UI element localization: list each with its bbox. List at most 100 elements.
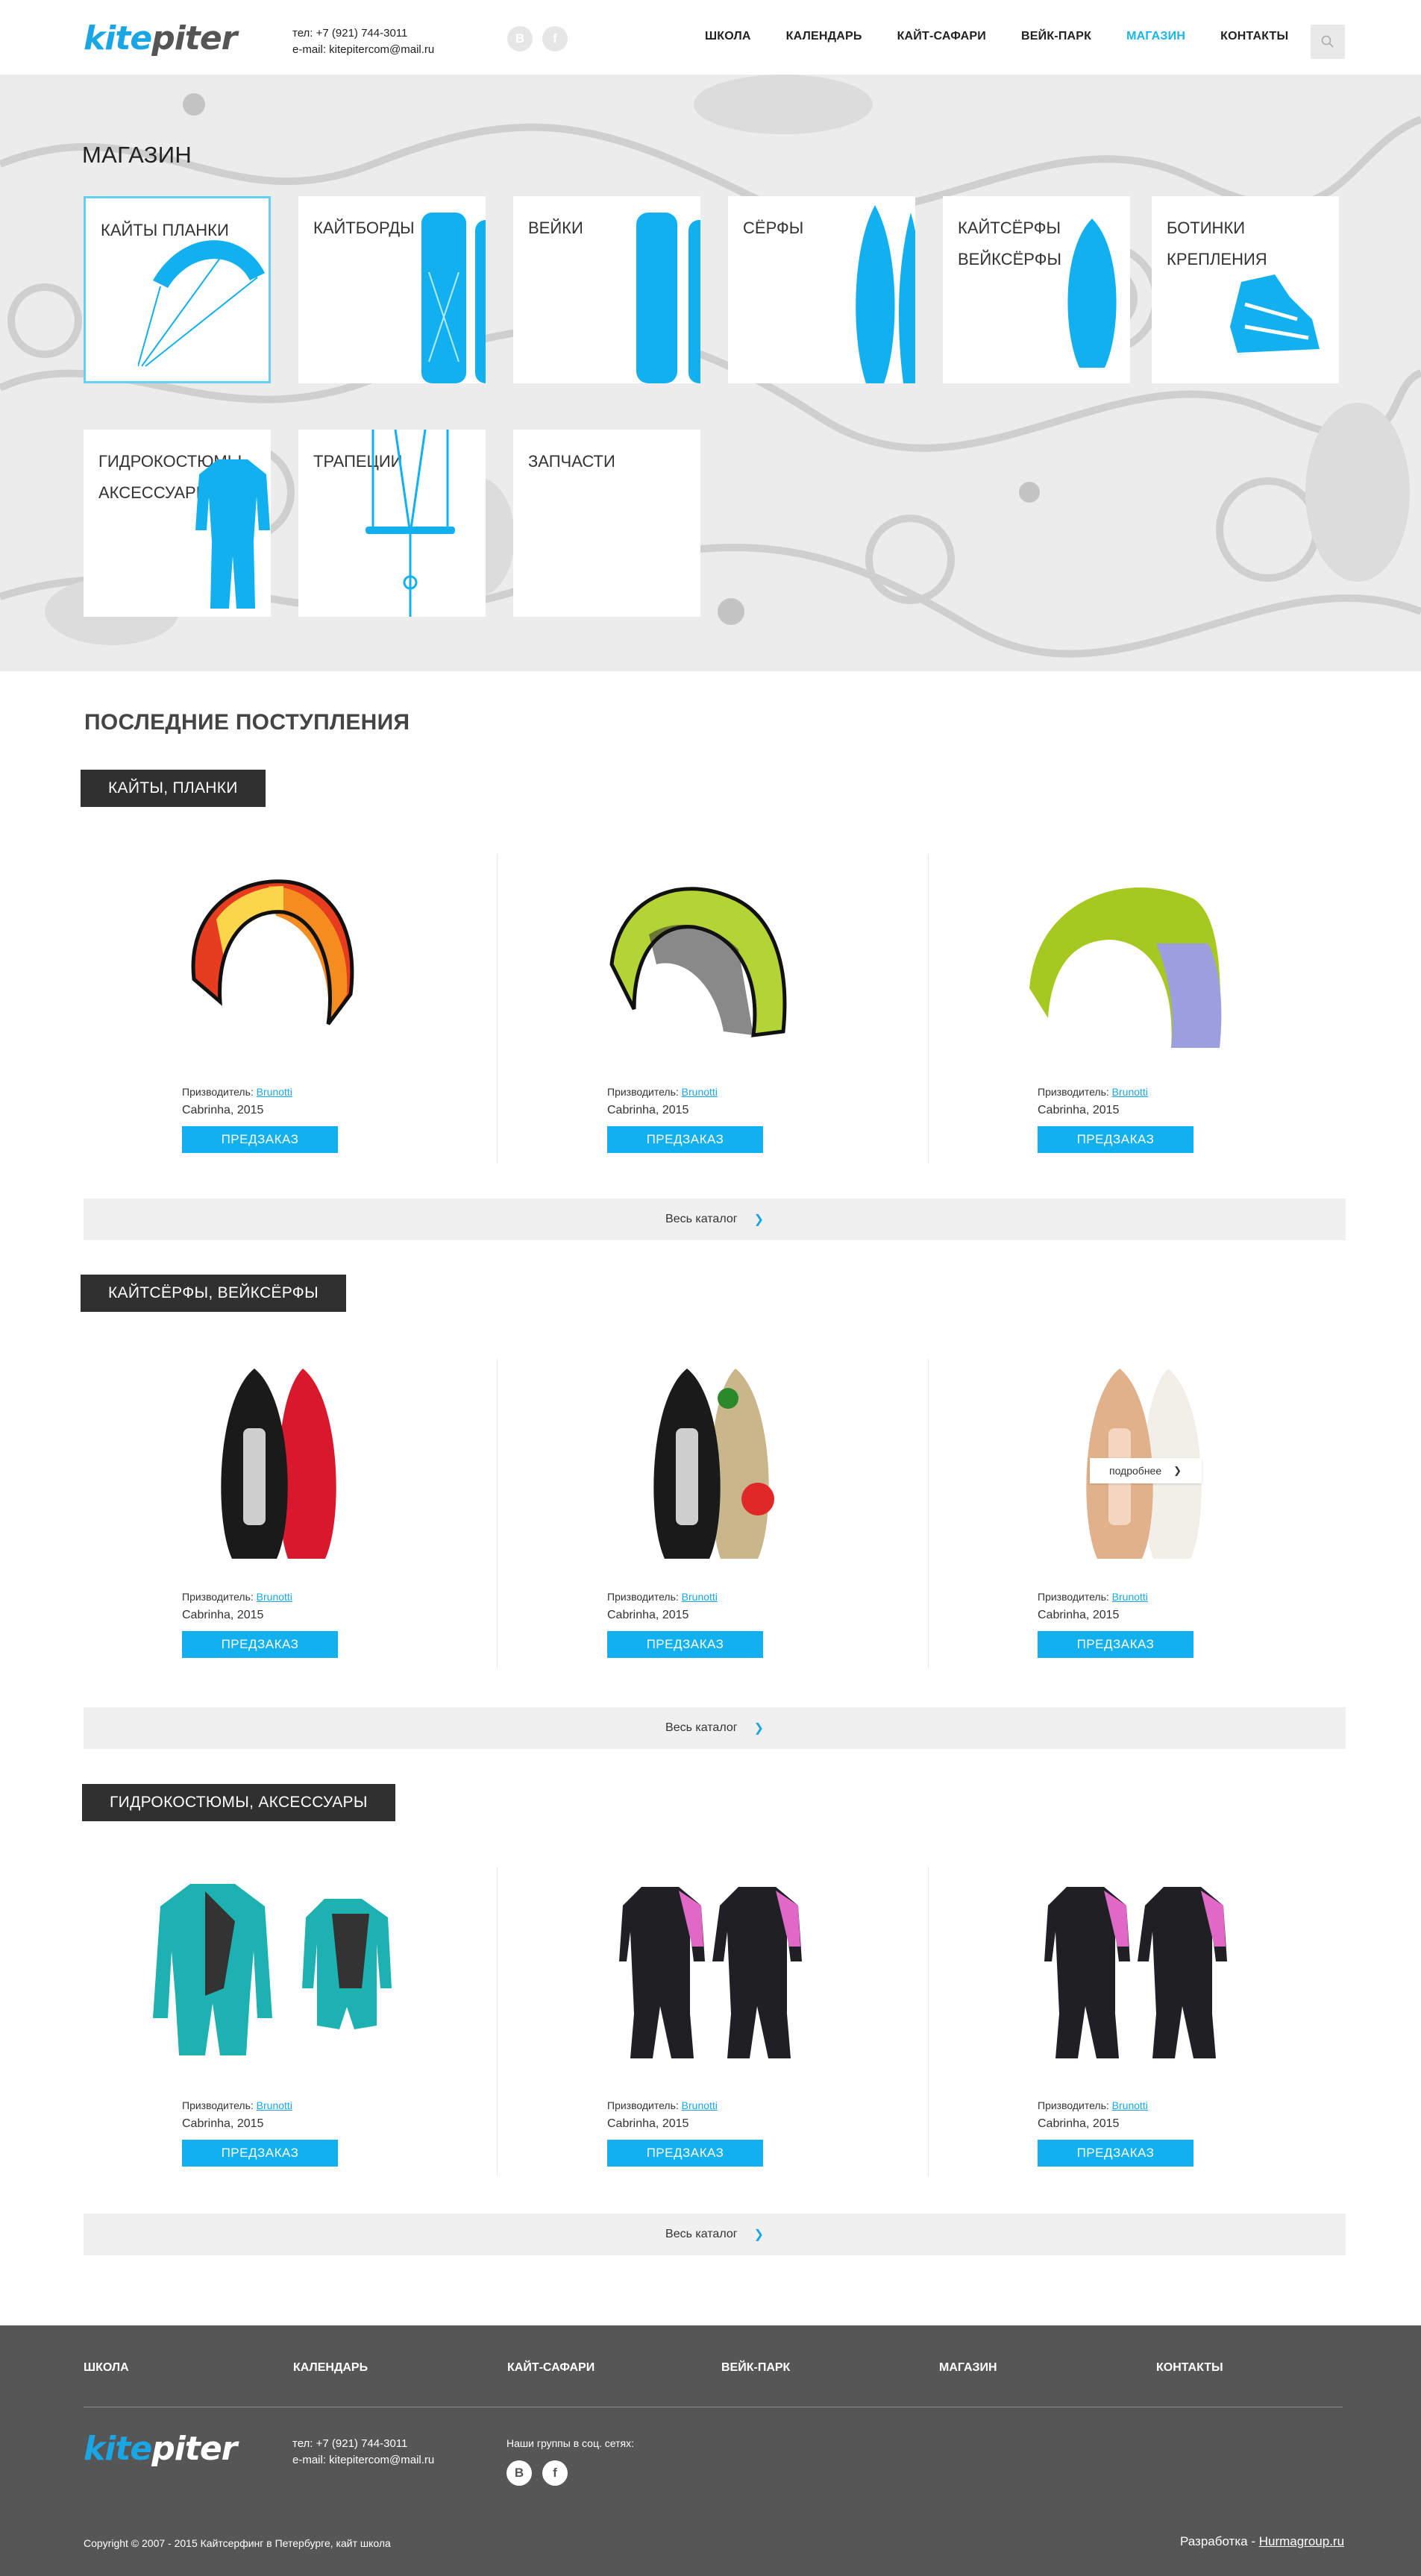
facebook-icon[interactable]: f: [542, 26, 568, 51]
preorder-button[interactable]: ПРЕДЗАКАЗ: [607, 1126, 763, 1153]
preorder-button[interactable]: ПРЕДЗАКАЗ: [182, 1631, 338, 1658]
details-tooltip[interactable]: подробнее ❯: [1090, 1458, 1202, 1483]
preorder-button[interactable]: ПРЕДЗАКАЗ: [1038, 1631, 1193, 1658]
site-header: kite piter тел: +7 (921) 744-3011 e-mail:…: [0, 0, 1421, 75]
nav-wake-park[interactable]: ВЕЙК-ПАРК: [1021, 30, 1091, 43]
column-divider: [928, 1867, 929, 2176]
nav-school[interactable]: ШКОЛА: [705, 30, 751, 43]
nav-contacts[interactable]: КОНТАКТЫ: [1220, 30, 1288, 43]
tile-kitesurfs[interactable]: КАЙТСЁРФЫ ВЕЙКСЁРФЫ: [943, 196, 1130, 383]
category-badge-wetsuits[interactable]: ГИДРОКОСТЮМЫ, АКСЕССУАРЫ: [82, 1784, 395, 1821]
shop-banner: МАГАЗИН КАЙТЫ ПЛАНКИ КАЙТБОРДЫ ВЕЙКИ СЁР…: [0, 75, 1421, 671]
site-footer: ШКОЛА КАЛЕНДАРЬ КАЙТ-САФАРИ ВЕЙК-ПАРК МА…: [0, 2325, 1421, 2576]
footer-logo[interactable]: kite piter: [84, 2430, 237, 2468]
maker-link[interactable]: Brunotti: [1112, 1086, 1148, 1098]
site-logo[interactable]: kite piter: [84, 19, 237, 57]
footer-nav-calendar[interactable]: КАЛЕНДАРЬ: [293, 2361, 368, 2375]
preorder-button[interactable]: ПРЕДЗАКАЗ: [1038, 2140, 1193, 2167]
control-bar-icon: [366, 430, 455, 617]
maker-link[interactable]: Brunotti: [1112, 2099, 1148, 2111]
preorder-button[interactable]: ПРЕДЗАКАЗ: [182, 2140, 338, 2167]
product-image-kite: [609, 887, 787, 1037]
footer-nav-wake-park[interactable]: ВЕЙК-ПАРК: [721, 2361, 790, 2375]
facebook-icon[interactable]: f: [542, 2460, 568, 2486]
footer-email: e-mail: kitepitercom@mail.ru: [292, 2454, 435, 2466]
tile-kiteboards[interactable]: КАЙТБОРДЫ: [298, 196, 486, 383]
maker-link[interactable]: Brunotti: [1112, 1591, 1148, 1603]
product-model: Cabrinha, 2015: [607, 1609, 689, 1621]
vk-icon[interactable]: В: [506, 2460, 532, 2486]
binding-icon: [1230, 274, 1320, 353]
main-nav: ШКОЛА КАЛЕНДАРЬ КАЙТ-САФАРИ ВЕЙК-ПАРК МА…: [705, 30, 1323, 43]
nav-calendar[interactable]: КАЛЕНДАРЬ: [786, 30, 862, 43]
column-divider: [497, 854, 498, 1163]
product-maker: Призводитель: Brunotti: [607, 1591, 718, 1603]
search-button[interactable]: [1311, 25, 1345, 59]
product-image-kite: [191, 879, 354, 1025]
product-maker: Призводитель: Brunotti: [1038, 1086, 1148, 1098]
surfboard-icon: [856, 205, 915, 383]
category-badge-kites[interactable]: КАЙТЫ, ПЛАНКИ: [81, 770, 266, 807]
product-model: Cabrinha, 2015: [182, 1609, 264, 1621]
product-maker: Призводитель: Brunotti: [607, 1086, 718, 1098]
maker-link[interactable]: Brunotti: [257, 2099, 292, 2111]
footer-groups-label: Наши группы в соц. сетях:: [506, 2437, 634, 2449]
product-maker: Призводитель: Brunotti: [182, 2099, 292, 2111]
maker-link[interactable]: Brunotti: [682, 1591, 718, 1603]
product-image-board: [221, 1369, 336, 1559]
preorder-button[interactable]: ПРЕДЗАКАЗ: [607, 2140, 763, 2167]
chevron-right-icon: ❯: [753, 1722, 764, 1735]
product-model: Cabrinha, 2015: [182, 1104, 264, 1116]
category-badge-kitesurfs[interactable]: КАЙТСЁРФЫ, ВЕЙКСЁРФЫ: [81, 1275, 346, 1312]
preorder-button[interactable]: ПРЕДЗАКАЗ: [607, 1631, 763, 1658]
kiteboard-icon: [421, 213, 486, 383]
tile-wakeboards[interactable]: ВЕЙКИ: [513, 196, 700, 383]
product-model: Cabrinha, 2015: [1038, 2117, 1120, 2130]
wetsuit-icon: [195, 459, 270, 609]
kitesurf-icon: [1067, 219, 1117, 368]
header-contacts: тел: +7 (921) 744-3011 e-mail: kitepiter…: [292, 25, 434, 58]
header-phone: тел: +7 (921) 744-3011: [292, 27, 408, 40]
preorder-button[interactable]: ПРЕДЗАКАЗ: [1038, 1126, 1193, 1153]
footer-nav-school[interactable]: ШКОЛА: [84, 2361, 129, 2375]
product-image-wetsuit: [619, 1887, 802, 2058]
product-maker: Призводитель: Brunotti: [182, 1591, 292, 1603]
nav-shop[interactable]: МАГАЗИН: [1126, 30, 1185, 43]
tile-kites[interactable]: КАЙТЫ ПЛАНКИ: [84, 196, 271, 383]
preorder-button[interactable]: ПРЕДЗАКАЗ: [182, 1126, 338, 1153]
product-image-board: [653, 1369, 774, 1559]
footer-contacts: тел: +7 (921) 744-3011 e-mail: kitepiter…: [292, 2436, 434, 2469]
tile-surfs[interactable]: СЁРФЫ: [728, 196, 915, 383]
product-model: Cabrinha, 2015: [607, 1104, 689, 1116]
column-divider: [928, 854, 929, 1163]
product-image-kite: [1029, 888, 1222, 1048]
tile-harness[interactable]: ТРАПЕЦИИ: [298, 430, 486, 617]
wakeboard-icon: [636, 213, 700, 383]
vk-icon[interactable]: В: [507, 26, 533, 51]
nav-kite-safari[interactable]: КАЙТ-САФАРИ: [897, 30, 986, 43]
latest-title: ПОСЛЕДНИЕ ПОСТУПЛЕНИЯ: [84, 710, 410, 735]
developer-link[interactable]: Hurmagroup.ru: [1259, 2534, 1344, 2548]
tile-spare-parts[interactable]: ЗАПЧАСТИ: [513, 430, 700, 617]
maker-link[interactable]: Brunotti: [257, 1086, 292, 1098]
product-image-wetsuit: [1044, 1887, 1227, 2058]
maker-link[interactable]: Brunotti: [257, 1591, 292, 1603]
product-model: Cabrinha, 2015: [1038, 1104, 1120, 1116]
full-catalog-link[interactable]: Весь каталог ❯: [84, 1707, 1346, 1749]
footer-nav-contacts[interactable]: КОНТАКТЫ: [1156, 2361, 1223, 2375]
copyright: Copyright © 2007 - 2015 Кайтсерфинг в Пе…: [84, 2537, 391, 2549]
tile-bindings[interactable]: БОТИНКИ КРЕПЛЕНИЯ: [1152, 196, 1339, 383]
full-catalog-link[interactable]: Весь каталог ❯: [84, 1199, 1346, 1240]
product-image-wetsuit: [153, 1884, 392, 2055]
search-icon: [1321, 35, 1334, 48]
footer-nav-kite-safari[interactable]: КАЙТ-САФАРИ: [507, 2361, 595, 2375]
maker-link[interactable]: Brunotti: [682, 1086, 718, 1098]
maker-link[interactable]: Brunotti: [682, 2099, 718, 2111]
full-catalog-link[interactable]: Весь каталог ❯: [84, 2214, 1346, 2255]
tile-wetsuits[interactable]: ГИДРОКОСТЮМЫ АКСЕССУАРЫ: [84, 430, 271, 617]
product-maker: Призводитель: Brunotti: [182, 1086, 292, 1098]
chevron-right-icon: ❯: [753, 1213, 764, 1226]
column-divider: [928, 1359, 929, 1668]
page-title: МАГАЗИН: [82, 142, 192, 168]
footer-nav-shop[interactable]: МАГАЗИН: [939, 2361, 997, 2375]
